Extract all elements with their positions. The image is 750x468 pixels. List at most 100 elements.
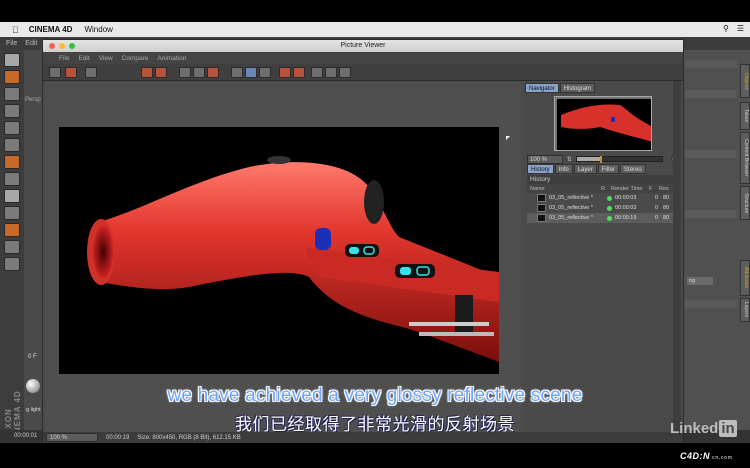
undo-tool-icon[interactable] xyxy=(4,53,20,67)
column-res[interactable]: Res xyxy=(659,186,669,192)
close-window-icon[interactable] xyxy=(49,43,55,49)
history-column-headers: Name R Render Time F Res xyxy=(527,184,681,193)
view-fit-icon[interactable] xyxy=(245,67,257,78)
tab-takes[interactable]: Takes xyxy=(740,102,750,130)
tab-objects[interactable]: Objects xyxy=(740,64,750,98)
layout-3-icon[interactable] xyxy=(339,67,351,78)
status-dot-icon xyxy=(607,215,612,221)
attributes-panel-strip xyxy=(685,300,737,308)
c4d-menu-edit[interactable]: Edit xyxy=(25,40,37,47)
tab-content-browser[interactable]: Content Browser xyxy=(740,132,750,184)
polygon-tool-icon[interactable] xyxy=(4,138,20,152)
pv-menu-view[interactable]: View xyxy=(99,55,113,62)
history-row-time: 00:00:03 xyxy=(615,195,637,201)
zoom-slider-handle[interactable] xyxy=(599,156,602,163)
channel-a-icon[interactable] xyxy=(279,67,291,78)
history-row-res: 80 xyxy=(663,195,670,201)
texture-tool-icon[interactable] xyxy=(4,155,20,169)
snap-tool-icon[interactable] xyxy=(4,189,20,203)
history-row-selected[interactable]: 03_05_reflective * 00:00:19 0 80 xyxy=(527,213,681,223)
history-row-time: 00:00:03 xyxy=(615,205,637,211)
navigator-zoom-field[interactable]: 100 % xyxy=(527,154,563,164)
zoom-window-icon[interactable] xyxy=(69,43,75,49)
pv-menu-compare[interactable]: Compare xyxy=(122,55,149,62)
view-grid-icon[interactable] xyxy=(259,67,271,78)
picture-viewer-window: Picture Viewer File Edit View Compare An… xyxy=(42,39,684,443)
apple-icon[interactable]:  xyxy=(12,25,19,35)
tab-histogram[interactable]: Histogram xyxy=(559,83,596,93)
tab-filter[interactable]: Filter xyxy=(597,164,620,174)
window-menu[interactable]: Window xyxy=(84,25,112,34)
compare-swap-icon[interactable] xyxy=(207,67,219,78)
linkedin-logo: Linked in xyxy=(670,420,737,437)
grid2-tool-icon[interactable] xyxy=(4,257,20,271)
picture-viewer-canvas[interactable] xyxy=(46,81,521,432)
checker-tool-icon[interactable] xyxy=(4,104,20,118)
render-icon[interactable] xyxy=(85,67,97,78)
column-render-time[interactable]: Render Time xyxy=(611,186,649,192)
history-row-res: 80 xyxy=(663,215,670,221)
watermark-small: cn.com xyxy=(712,455,733,461)
zoom-arrows-icon[interactable]: ⇅ xyxy=(567,156,572,163)
tab-layers[interactable]: Layers xyxy=(740,298,750,322)
move-tool-icon[interactable] xyxy=(4,87,20,101)
history-row[interactable]: 03_05_reflective * 00:00:03 0 80 xyxy=(527,203,681,213)
picture-viewer-titlebar[interactable]: Picture Viewer xyxy=(43,40,683,52)
takes-panel-strip xyxy=(685,150,737,158)
frame-field[interactable]: 0 F xyxy=(28,354,37,360)
tab-structure[interactable]: Structure xyxy=(740,186,750,220)
axis-tool-icon[interactable] xyxy=(4,172,20,186)
minimize-window-icon[interactable] xyxy=(59,43,65,49)
attribute-field[interactable]: ng xyxy=(687,277,713,285)
compare-split-icon[interactable] xyxy=(193,67,205,78)
cube-tool-icon[interactable] xyxy=(4,121,20,135)
history-row[interactable]: 03_05_reflective * 00:00:03 0 80 xyxy=(527,193,681,203)
compare-ab-icon[interactable] xyxy=(179,67,191,78)
picture-viewer-menu: File Edit View Compare Animation xyxy=(43,52,683,64)
history-row-f: 0 xyxy=(655,215,659,221)
rendered-image xyxy=(59,127,499,374)
pv-menu-animation[interactable]: Animation xyxy=(157,55,186,62)
sidebar-scrollbar[interactable] xyxy=(673,81,681,432)
tab-attributes[interactable]: Attributes xyxy=(740,260,750,296)
history-row-f: 0 xyxy=(655,205,659,211)
status-image-size: Size: 800x450, RGB (8 Bit), 612.15 KB xyxy=(137,434,241,441)
channel-b-icon[interactable] xyxy=(293,67,305,78)
column-f[interactable]: F xyxy=(649,186,659,192)
watermark-text: C4D:N xyxy=(680,451,711,461)
tab-navigator[interactable]: Navigator xyxy=(525,83,559,93)
pv-menu-edit[interactable]: Edit xyxy=(78,55,89,62)
live-select-tool-icon[interactable] xyxy=(4,70,20,84)
save-file-icon[interactable] xyxy=(65,67,77,78)
magnet-tool-icon[interactable] xyxy=(4,206,20,220)
column-r[interactable]: R xyxy=(601,186,611,192)
history-thumbnail xyxy=(537,214,546,222)
pv-menu-file[interactable]: File xyxy=(59,55,69,62)
tab-layer[interactable]: Layer xyxy=(573,164,597,174)
tab-info[interactable]: Info xyxy=(554,164,573,174)
mouse-cursor-icon xyxy=(506,136,510,140)
viewport-label: Persp xyxy=(25,97,41,103)
render-region-icon[interactable] xyxy=(155,67,167,78)
open-file-icon[interactable] xyxy=(49,67,61,78)
column-name[interactable]: Name xyxy=(527,186,601,192)
history-title: History xyxy=(527,175,681,184)
content-panel-strip xyxy=(685,210,737,218)
search-icon[interactable]: ⚲ xyxy=(723,24,729,33)
layout-2-icon[interactable] xyxy=(325,67,337,78)
status-render-time: 00:00:19 xyxy=(106,434,130,441)
history-row-f: 0 xyxy=(655,195,659,201)
menu-list-icon[interactable]: ☰ xyxy=(737,24,744,33)
stop-render-icon[interactable] xyxy=(141,67,153,78)
view-single-icon[interactable] xyxy=(231,67,243,78)
tab-stereo[interactable]: Stereo xyxy=(620,164,646,174)
c4dcn-watermark: C4D:N cn.com xyxy=(680,451,733,461)
zoom-slider[interactable] xyxy=(575,156,664,163)
sculpt-tool-icon[interactable] xyxy=(4,223,20,237)
c4d-menu-file[interactable]: File xyxy=(6,40,17,47)
tab-history[interactable]: History xyxy=(527,164,554,174)
grid-tool-icon[interactable] xyxy=(4,240,20,254)
navigator-thumbnail[interactable] xyxy=(554,96,652,151)
app-menu-cinema4d[interactable]: CINEMA 4D xyxy=(29,25,73,34)
layout-1-icon[interactable] xyxy=(311,67,323,78)
